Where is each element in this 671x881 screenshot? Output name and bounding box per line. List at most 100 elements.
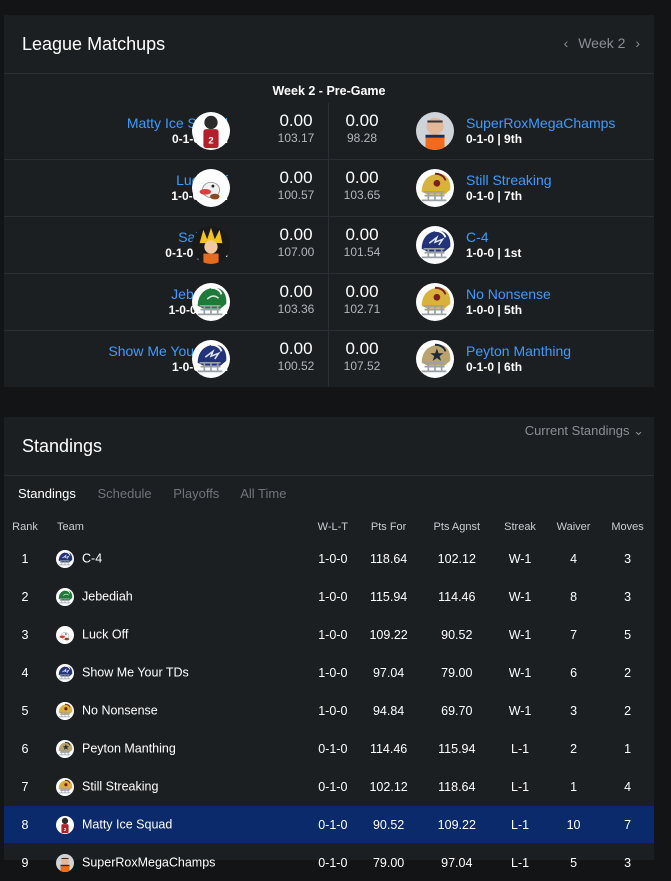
home-team-avatar[interactable]	[192, 283, 230, 321]
waiver-cell: 10	[546, 806, 601, 844]
streak-cell: L-1	[494, 768, 546, 806]
home-score-block: 0.00107.00	[266, 225, 326, 259]
away-team-name[interactable]: C-4	[466, 228, 521, 246]
away-team-record: 1-0-0 | 5th	[466, 303, 551, 317]
matchup-row[interactable]: Matty Ice Squad0-1-0 | 8th20.00103.170.0…	[4, 103, 654, 159]
moves-cell: 1	[601, 730, 654, 768]
team-name-link[interactable]: Jebediah	[82, 589, 133, 603]
away-score: 0.00	[332, 225, 392, 245]
away-team-avatar[interactable]	[416, 340, 454, 378]
team-name-link[interactable]: No Nonsense	[82, 703, 158, 717]
team-name-link[interactable]: SuperRoxMegaChamps	[82, 855, 215, 869]
rank-cell: 6	[4, 730, 46, 768]
waiver-cell: 7	[546, 616, 601, 654]
wlt-cell: 0-1-0	[308, 806, 358, 844]
standings-header: Standings Current Standings ⌄	[4, 417, 654, 476]
tab-playoffs[interactable]: Playoffs	[173, 486, 219, 501]
next-week-icon[interactable]: ›	[635, 35, 640, 51]
moves-cell: 3	[601, 844, 654, 881]
prev-week-icon[interactable]: ‹	[564, 35, 569, 51]
team-cell: Still Streaking	[46, 768, 308, 806]
col-streak[interactable]: Streak	[494, 514, 546, 540]
pts-agnst-cell: 114.46	[420, 578, 495, 616]
away-score-block: 0.00101.54	[332, 225, 392, 259]
team-name-link[interactable]: C-4	[82, 551, 102, 565]
standings-row[interactable]: 9SuperRoxMegaChamps0-1-079.0097.04L-153	[4, 844, 654, 881]
streak-cell: W-1	[494, 616, 546, 654]
pts-for-cell: 79.00	[358, 844, 420, 881]
waiver-cell: 2	[546, 730, 601, 768]
away-projected-score: 102.71	[332, 302, 392, 316]
wlt-cell: 1-0-0	[308, 616, 358, 654]
rank-cell: 1	[4, 540, 46, 578]
away-team-avatar[interactable]	[416, 169, 454, 207]
team-name-link[interactable]: Luck Off	[82, 627, 128, 641]
standings-row[interactable]: 6Peyton Manthing0-1-0114.46115.94L-121	[4, 730, 654, 768]
home-team-avatar[interactable]	[192, 226, 230, 264]
away-team-name[interactable]: SuperRoxMegaChamps	[466, 114, 615, 132]
standings-filter-dropdown[interactable]: Current Standings ⌄	[525, 423, 644, 439]
away-team-avatar[interactable]	[416, 112, 454, 150]
team-name-link[interactable]: Show Me Your TDs	[82, 665, 189, 679]
home-team-avatar[interactable]	[192, 340, 230, 378]
standings-row[interactable]: 82Matty Ice Squad0-1-090.52109.22L-1107	[4, 806, 654, 844]
team-name-link[interactable]: Still Streaking	[82, 779, 158, 793]
team-name-link[interactable]: Peyton Manthing	[82, 741, 176, 755]
rank-cell: 4	[4, 654, 46, 692]
home-team-avatar[interactable]	[192, 169, 230, 207]
away-team-avatar[interactable]	[416, 226, 454, 264]
home-projected-score: 107.00	[266, 245, 326, 259]
col-pts-agnst[interactable]: Pts Agnst	[420, 514, 495, 540]
home-score: 0.00	[266, 282, 326, 302]
wlt-cell: 1-0-0	[308, 654, 358, 692]
standings-title: Standings	[22, 436, 102, 457]
standings-row[interactable]: 3Luck Off1-0-0109.2290.52W-175	[4, 616, 654, 654]
week-label[interactable]: Week 2	[578, 35, 625, 51]
league-matchups-panel: League Matchups ‹ Week 2 › Week 2 - Pre-…	[4, 15, 654, 387]
team-name-link[interactable]: Matty Ice Squad	[82, 817, 172, 831]
away-score-block: 0.00102.71	[332, 282, 392, 316]
away-team-name[interactable]: Peyton Manthing	[466, 342, 571, 360]
col-rank[interactable]: Rank	[4, 514, 46, 540]
team-avatar-icon	[56, 550, 74, 568]
svg-text:2: 2	[208, 135, 213, 146]
col-moves[interactable]: Moves	[601, 514, 654, 540]
standings-row[interactable]: 5No Nonsense1-0-094.8469.70W-132	[4, 692, 654, 730]
rank-cell: 2	[4, 578, 46, 616]
away-team: C-41-0-0 | 1st	[466, 228, 521, 260]
matchups-title: League Matchups	[22, 34, 165, 55]
standings-row[interactable]: 4Show Me Your TDs1-0-097.0479.00W-162	[4, 654, 654, 692]
matchup-row[interactable]: Saiyans0-1-0 | 10th0.00107.000.00101.54C…	[4, 216, 654, 273]
team-avatar-icon	[56, 588, 74, 606]
col-pts-for[interactable]: Pts For	[358, 514, 420, 540]
away-team: Still Streaking0-1-0 | 7th	[466, 171, 552, 203]
streak-cell: L-1	[494, 844, 546, 881]
matchup-row[interactable]: Jebediah1-0-0 | 2nd0.00103.360.00102.71N…	[4, 273, 654, 330]
col-wlt[interactable]: W-L-T	[308, 514, 358, 540]
rank-cell: 8	[4, 806, 46, 844]
wlt-cell: 1-0-0	[308, 578, 358, 616]
away-team-avatar[interactable]	[416, 283, 454, 321]
home-team-avatar[interactable]: 2	[192, 112, 230, 150]
standings-row[interactable]: 1C-41-0-0118.64102.12W-143	[4, 540, 654, 578]
standings-header-row: Rank Team W-L-T Pts For Pts Agnst Streak…	[4, 514, 654, 540]
matchup-row[interactable]: Show Me Your TDs1-0-0 | 4th0.00100.520.0…	[4, 330, 654, 387]
home-projected-score: 100.52	[266, 359, 326, 373]
matchup-list: Matty Ice Squad0-1-0 | 8th20.00103.170.0…	[4, 103, 654, 387]
tab-schedule[interactable]: Schedule	[97, 486, 151, 501]
standings-row[interactable]: 2Jebediah1-0-0115.94114.46W-183	[4, 578, 654, 616]
waiver-cell: 1	[546, 768, 601, 806]
home-projected-score: 103.36	[266, 302, 326, 316]
away-team-name[interactable]: Still Streaking	[466, 171, 552, 189]
tab-all-time[interactable]: All Time	[240, 486, 286, 501]
team-avatar-icon	[56, 854, 74, 872]
away-team-name[interactable]: No Nonsense	[466, 285, 551, 303]
col-team[interactable]: Team	[46, 514, 308, 540]
col-waiver[interactable]: Waiver	[546, 514, 601, 540]
week-navigator: ‹ Week 2 ›	[558, 35, 640, 51]
away-team-record: 0-1-0 | 7th	[466, 189, 552, 203]
matchup-row[interactable]: Luck Off1-0-0 | 3rd0.00100.570.00103.65S…	[4, 159, 654, 216]
home-projected-score: 103.17	[266, 131, 326, 145]
standings-row[interactable]: 7Still Streaking0-1-0102.12118.64L-114	[4, 768, 654, 806]
tab-standings[interactable]: Standings	[18, 486, 76, 501]
